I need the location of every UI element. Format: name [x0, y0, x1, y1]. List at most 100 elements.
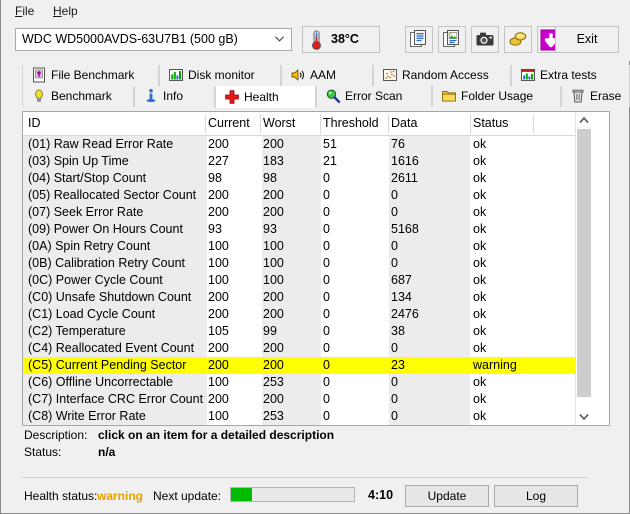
- horizontal-divider: [22, 477, 588, 478]
- table-row[interactable]: (C2) Temperature 105 99 0 38 ok: [23, 323, 592, 340]
- column-divider[interactable]: [470, 114, 471, 134]
- tab-label: File Benchmark: [51, 68, 135, 82]
- table-row[interactable]: (C5) Current Pending Sector 200 200 0 23 warn…: [23, 357, 592, 374]
- column-divider[interactable]: [388, 114, 389, 134]
- cell-status: warning: [473, 358, 517, 372]
- magnifier-icon: [326, 89, 341, 103]
- donate-button[interactable]: [504, 26, 532, 53]
- scatter-icon: [383, 69, 397, 81]
- next-update-label: Next update:: [153, 489, 222, 503]
- cell-id: (C2) Temperature: [28, 324, 126, 338]
- menu-item-help[interactable]: Help: [47, 3, 84, 19]
- update-button[interactable]: Update: [405, 485, 489, 507]
- tab-info[interactable]: Info: [134, 86, 215, 107]
- tab-error-scan[interactable]: Error Scan: [316, 86, 432, 107]
- column-header-threshold[interactable]: Threshold: [323, 116, 379, 130]
- table-row[interactable]: (0A) Spin Retry Count 100 100 0 0 ok: [23, 238, 592, 255]
- table-row[interactable]: (C6) Offline Uncorrectable 100 253 0 0 ok: [23, 374, 592, 391]
- tab-health[interactable]: Health: [215, 86, 316, 108]
- cell-threshold: 0: [323, 256, 330, 270]
- thermometer-icon: [312, 30, 321, 50]
- scroll-up-button[interactable]: [576, 112, 592, 129]
- column-divider[interactable]: [533, 114, 534, 134]
- copy-image-button[interactable]: [438, 26, 466, 53]
- cell-data: 134: [391, 290, 412, 304]
- cell-worst: 253: [263, 409, 284, 423]
- tab-disk-monitor[interactable]: Disk monitor: [159, 65, 281, 86]
- drive-select-dropdown[interactable]: WDC WD5000AVDS-63U7B1 (500 gB): [15, 28, 292, 51]
- cell-status: ok: [473, 290, 487, 304]
- toolbar: WDC WD5000AVDS-63U7B1 (500 gB) 38°C Exit: [2, 21, 630, 61]
- cell-id: (03) Spin Up Time: [28, 154, 129, 168]
- cell-id: (C6) Offline Uncorrectable: [28, 375, 173, 389]
- table-row[interactable]: (C4) Reallocated Event Count 200 200 0 0 ok: [23, 340, 592, 357]
- cell-id: (0A) Spin Retry Count: [28, 239, 151, 253]
- table-row[interactable]: (07) Seek Error Rate 200 200 0 0 ok: [23, 204, 592, 221]
- cell-status: ok: [473, 273, 487, 287]
- cell-worst: 200: [263, 307, 284, 321]
- cell-data: 0: [391, 205, 398, 219]
- info-icon: [146, 89, 156, 103]
- log-button[interactable]: Log: [494, 485, 578, 507]
- column-header-status[interactable]: Status: [473, 116, 508, 130]
- tab-label: Random Access: [402, 68, 489, 82]
- table-row[interactable]: (C8) Write Error Rate 100 253 0 0 ok: [23, 408, 592, 425]
- table-row[interactable]: (03) Spin Up Time 227 183 21 1616 ok: [23, 153, 592, 170]
- table-row[interactable]: (09) Power On Hours Count 93 93 0 5168 ok: [23, 221, 592, 238]
- tab-random-access[interactable]: Random Access: [373, 65, 511, 86]
- tab-aam[interactable]: AAM: [281, 65, 373, 86]
- vertical-scrollbar[interactable]: [575, 112, 592, 425]
- column-header-id[interactable]: ID: [28, 116, 41, 130]
- bar-chart-icon: [169, 69, 183, 81]
- scroll-down-button[interactable]: [576, 408, 592, 425]
- cell-worst: 99: [263, 324, 277, 338]
- cell-status: ok: [473, 256, 487, 270]
- cell-worst: 200: [263, 188, 284, 202]
- cell-current: 200: [208, 307, 229, 321]
- exit-button[interactable]: Exit: [555, 26, 619, 53]
- table-row[interactable]: (04) Start/Stop Count 98 98 0 2611 ok: [23, 170, 592, 187]
- tab-label: Error Scan: [345, 89, 403, 103]
- column-header-data[interactable]: Data: [391, 116, 417, 130]
- column-header-current[interactable]: Current: [208, 116, 250, 130]
- cell-data: 0: [391, 392, 398, 406]
- column-header-worst[interactable]: Worst: [263, 116, 295, 130]
- table-row[interactable]: (0C) Power Cycle Count 100 100 0 687 ok: [23, 272, 592, 289]
- tab-extra-tests[interactable]: Extra tests: [511, 65, 630, 86]
- smart-attributes-panel: ID Current Worst Threshold Data Status (…: [22, 111, 610, 426]
- cell-current: 100: [208, 375, 229, 389]
- tab-erase[interactable]: Erase: [561, 86, 630, 107]
- tab-file-benchmark[interactable]: File Benchmark: [22, 65, 159, 86]
- cell-data: 38: [391, 324, 405, 338]
- table-row[interactable]: (C7) Interface CRC Error Count 200 200 0 0 ok: [23, 391, 592, 408]
- cell-current: 98: [208, 171, 222, 185]
- tab-benchmark[interactable]: Benchmark: [22, 86, 134, 107]
- cell-status: ok: [473, 324, 487, 338]
- cell-id: (04) Start/Stop Count: [28, 171, 147, 185]
- column-divider[interactable]: [205, 114, 206, 134]
- menu-item-file[interactable]: File: [9, 3, 40, 19]
- cell-current: 100: [208, 409, 229, 423]
- table-row[interactable]: (C1) Load Cycle Count 200 200 0 2476 ok: [23, 306, 592, 323]
- cell-id: (C7) Interface CRC Error Count: [28, 392, 204, 406]
- cell-worst: 200: [263, 137, 284, 151]
- menu-bar: File Help: [1, 0, 630, 22]
- scrollbar-thumb[interactable]: [577, 129, 591, 397]
- status-label: Status:: [24, 445, 62, 459]
- cell-threshold: 0: [323, 324, 330, 338]
- table-row[interactable]: (0B) Calibration Retry Count 100 100 0 0 ok: [23, 255, 592, 272]
- copy-text-button[interactable]: [405, 26, 433, 53]
- cell-worst: 100: [263, 239, 284, 253]
- table-row[interactable]: (01) Raw Read Error Rate 200 200 51 76 ok: [23, 136, 592, 153]
- tab-folder-usage[interactable]: Folder Usage: [432, 86, 561, 107]
- cell-id: (C5) Current Pending Sector: [28, 358, 187, 372]
- column-divider[interactable]: [260, 114, 261, 134]
- cell-status: ok: [473, 307, 487, 321]
- cell-data: 2476: [391, 307, 419, 321]
- screenshot-button[interactable]: [471, 26, 499, 53]
- column-divider[interactable]: [320, 114, 321, 134]
- table-row[interactable]: (05) Reallocated Sector Count 200 200 0 0 ok: [23, 187, 592, 204]
- table-row[interactable]: (C0) Unsafe Shutdown Count 200 200 0 134 ok: [23, 289, 592, 306]
- cell-worst: 93: [263, 222, 277, 236]
- cell-data: 0: [391, 256, 398, 270]
